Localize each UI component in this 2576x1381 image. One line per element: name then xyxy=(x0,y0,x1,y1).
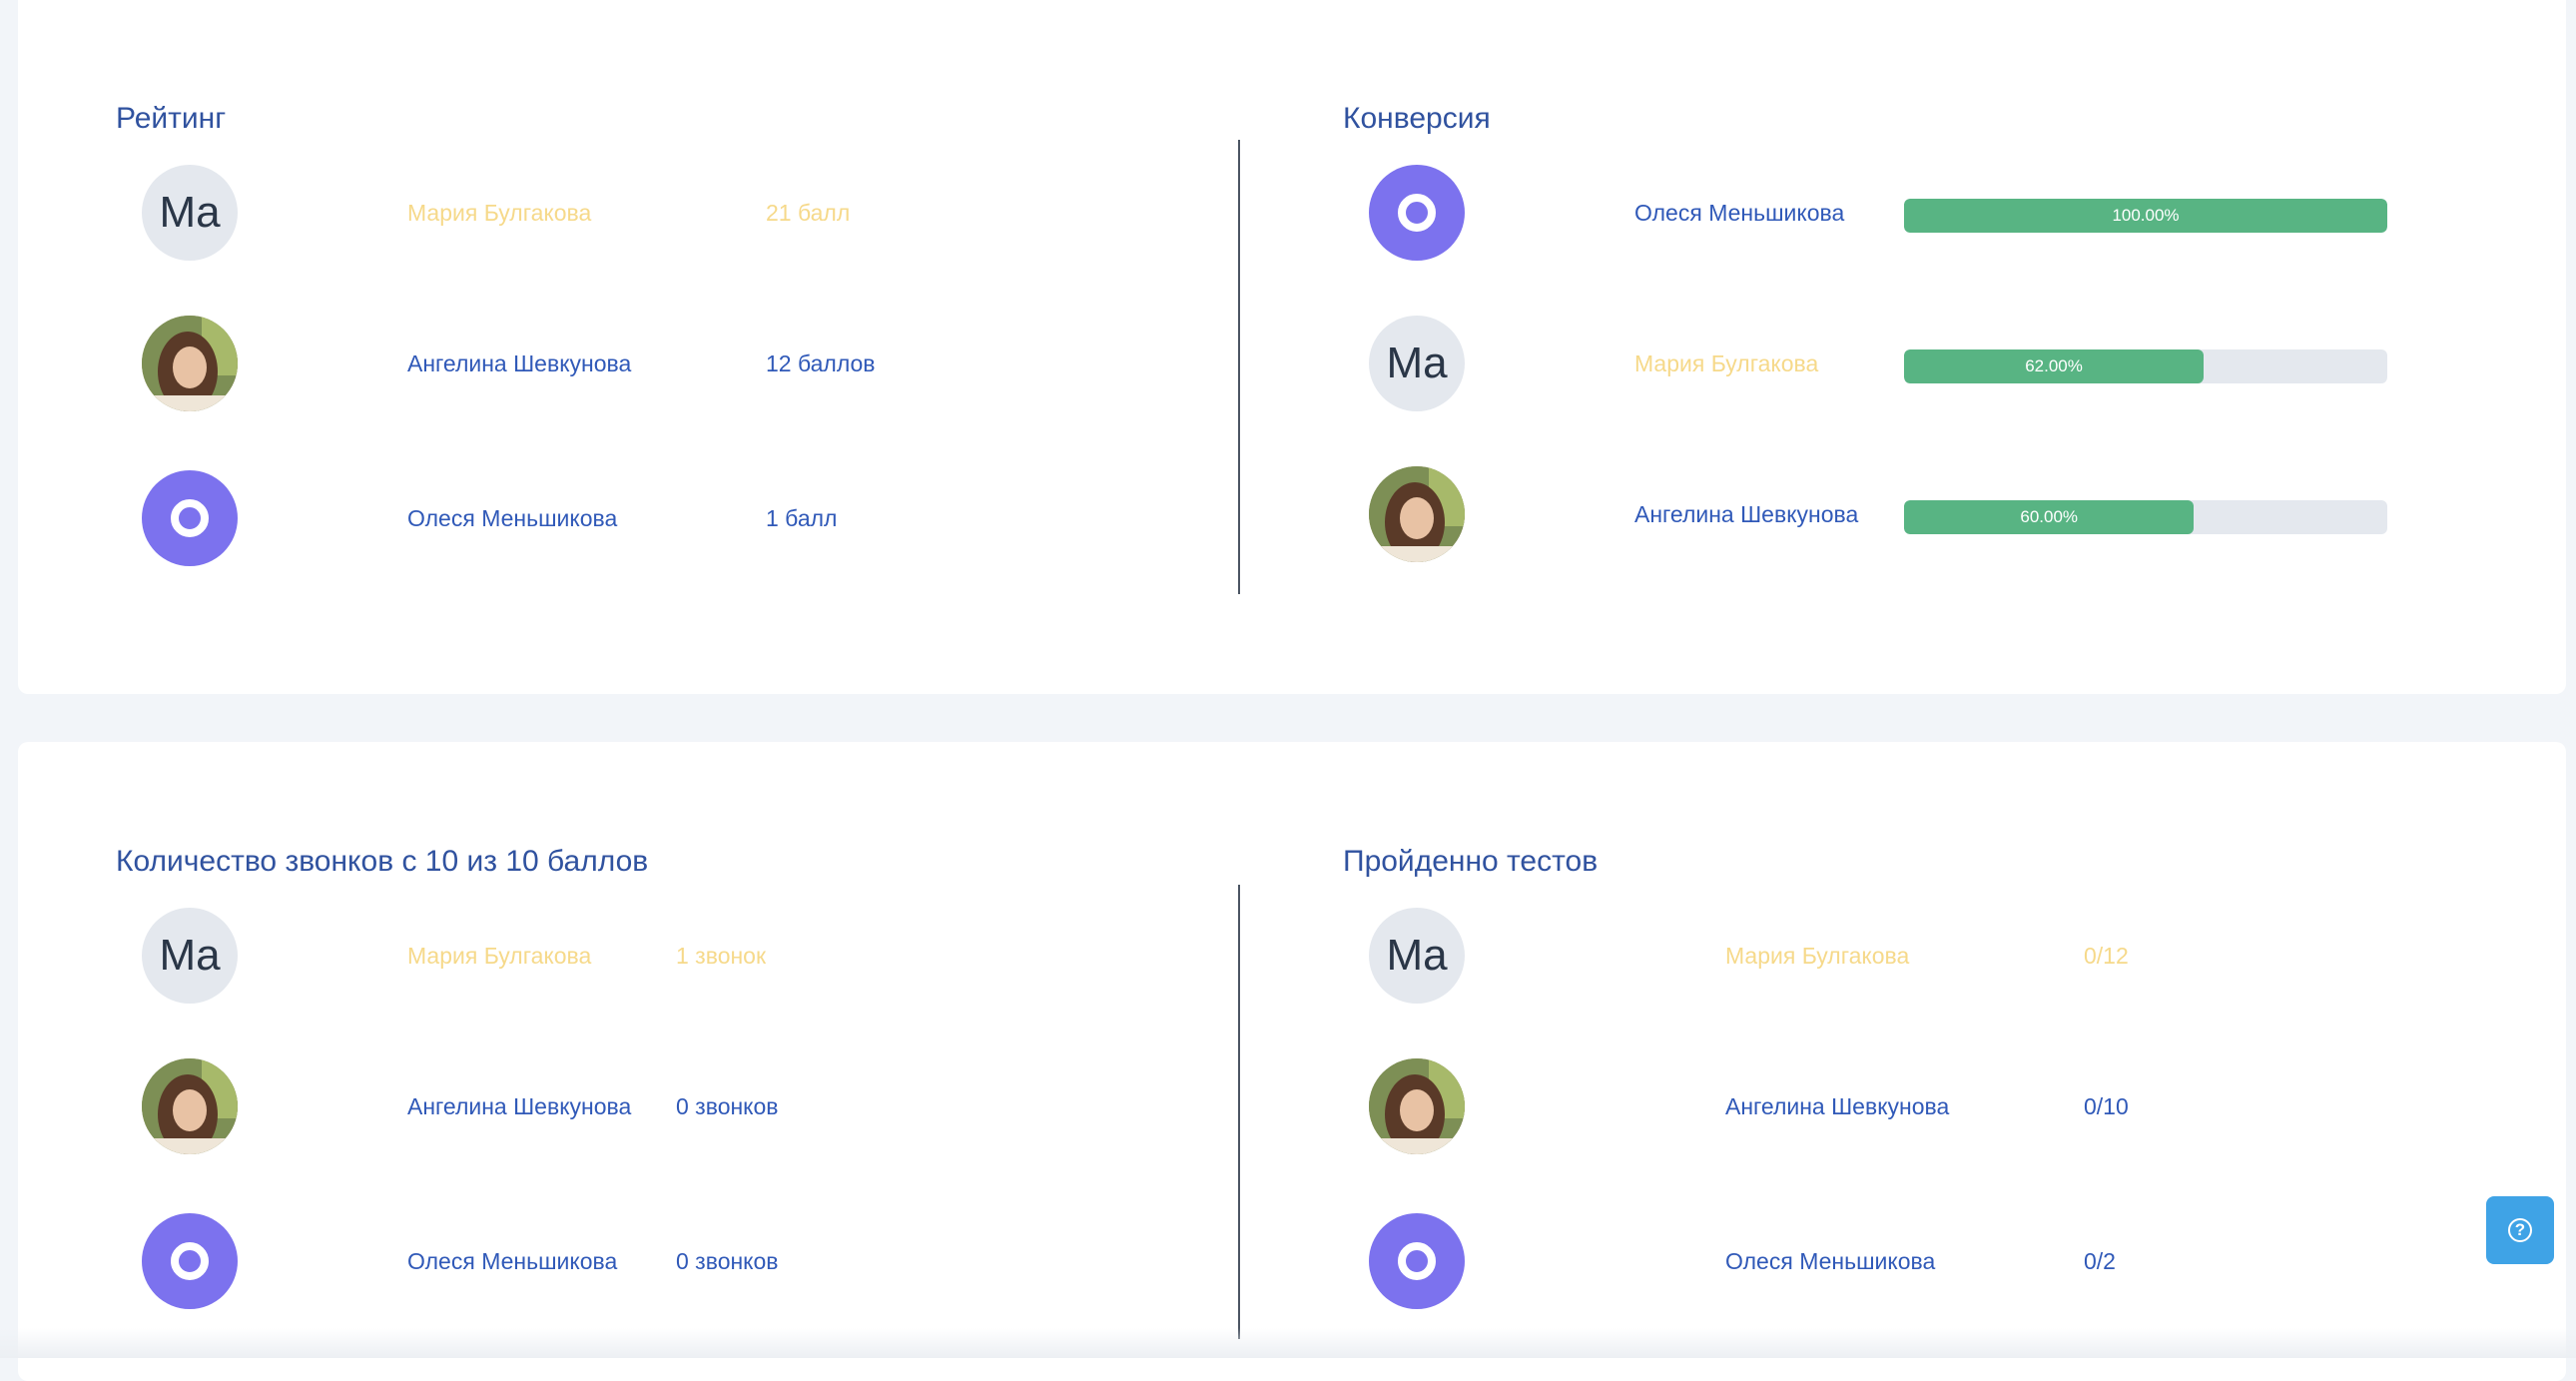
avatar: Ma xyxy=(142,165,238,261)
rating-title: Рейтинг xyxy=(116,102,227,135)
employee-name-link[interactable]: Мария Булгакова xyxy=(1725,908,1909,1004)
employee-name-link[interactable]: Мария Булгакова xyxy=(1634,316,1818,411)
conversion-row: Ангелина Шевкунова 60.00% xyxy=(1343,466,2441,562)
tests-title: Пройденно тестов xyxy=(1343,845,1599,878)
avatar: Ma xyxy=(1369,908,1465,1004)
employee-name-link[interactable]: Олеся Меньшикова xyxy=(1634,165,1844,261)
section-divider xyxy=(1238,140,1240,594)
avatar-photo-icon xyxy=(142,316,238,411)
calls-count: 1 звонок xyxy=(676,943,767,969)
tests-passed: 0/10 xyxy=(2084,1093,2129,1119)
rating-score: 21 балл xyxy=(766,200,851,226)
rating-score: 1 балл xyxy=(766,505,838,531)
calls-row: Ma Мария Булгакова 1 звонок xyxy=(116,908,1214,1004)
tests-row: Олеся Меньшикова 0/2 xyxy=(1343,1213,2441,1309)
question-circle-icon: ? xyxy=(2508,1218,2532,1242)
calls-row: Олеся Меньшикова 0 звонков xyxy=(116,1213,1214,1309)
avatar xyxy=(142,1213,238,1309)
avatar xyxy=(1369,466,1465,562)
employee-name-link[interactable]: Ангелина Шевкунова xyxy=(407,1058,631,1154)
calls-title: Количество звонков с 10 из 10 баллов xyxy=(116,845,649,878)
conversion-title: Конверсия xyxy=(1343,102,1491,135)
ring-icon xyxy=(171,1242,209,1280)
avatar: Ma xyxy=(142,908,238,1004)
employee-name-link[interactable]: Олеся Меньшикова xyxy=(1725,1213,1935,1309)
avatar xyxy=(142,1058,238,1154)
tests-row: Ангелина Шевкунова 0/10 xyxy=(1343,1058,2441,1154)
rating-row: Ma Мария Булгакова 21 балл xyxy=(116,165,1214,261)
employee-name-link[interactable]: Ангелина Шевкунова xyxy=(1634,466,1858,562)
ring-icon xyxy=(1398,1242,1436,1280)
stats-card-top: Рейтинг Ma Мария Булгакова 21 балл Ангел… xyxy=(18,0,2566,694)
employee-name-link[interactable]: Мария Булгакова xyxy=(407,908,591,1004)
employee-name-link[interactable]: Ангелина Шевкунова xyxy=(1725,1058,1949,1154)
section-divider xyxy=(1238,885,1240,1339)
tests-passed: 0/12 xyxy=(2084,943,2129,969)
employee-name-link[interactable]: Олеся Меньшикова xyxy=(407,470,617,566)
ring-icon xyxy=(1398,194,1436,232)
employee-name-link[interactable]: Ангелина Шевкунова xyxy=(407,316,631,411)
conversion-progress-bar: 60.00% xyxy=(1904,500,2387,534)
calls-count: 0 звонков xyxy=(676,1093,779,1119)
rating-row: Олеся Меньшикова 1 балл xyxy=(116,470,1214,566)
conversion-row: Ma Мария Булгакова 62.00% xyxy=(1343,316,2441,411)
conversion-progress-bar: 100.00% xyxy=(1904,199,2387,233)
rating-row: Ангелина Шевкунова 12 баллов xyxy=(116,316,1214,411)
tests-passed: 0/2 xyxy=(2084,1248,2116,1274)
avatar xyxy=(142,470,238,566)
employee-name-link[interactable]: Олеся Меньшикова xyxy=(407,1213,617,1309)
avatar: Ma xyxy=(1369,316,1465,411)
conversion-row: Олеся Меньшикова 100.00% xyxy=(1343,165,2441,261)
conversion-progress-bar: 62.00% xyxy=(1904,349,2387,383)
stats-card-bottom: Количество звонков с 10 из 10 баллов Ma … xyxy=(18,742,2566,1381)
ring-icon xyxy=(171,499,209,537)
calls-row: Ангелина Шевкунова 0 звонков xyxy=(116,1058,1214,1154)
avatar xyxy=(1369,165,1465,261)
avatar-photo-icon xyxy=(142,1058,238,1154)
rating-score: 12 баллов xyxy=(766,350,876,376)
employee-name-link[interactable]: Мария Булгакова xyxy=(407,165,591,261)
tests-row: Ma Мария Булгакова 0/12 xyxy=(1343,908,2441,1004)
avatar-photo-icon xyxy=(1369,1058,1465,1154)
avatar xyxy=(142,316,238,411)
bottom-fade xyxy=(0,1328,2576,1358)
avatar-photo-icon xyxy=(1369,466,1465,562)
conversion-progress-fill: 62.00% xyxy=(1904,349,2205,383)
conversion-progress-fill: 60.00% xyxy=(1904,500,2195,534)
help-button[interactable]: ? xyxy=(2486,1196,2554,1264)
avatar xyxy=(1369,1213,1465,1309)
conversion-progress-fill: 100.00% xyxy=(1904,199,2387,233)
calls-count: 0 звонков xyxy=(676,1248,779,1274)
avatar xyxy=(1369,1058,1465,1154)
